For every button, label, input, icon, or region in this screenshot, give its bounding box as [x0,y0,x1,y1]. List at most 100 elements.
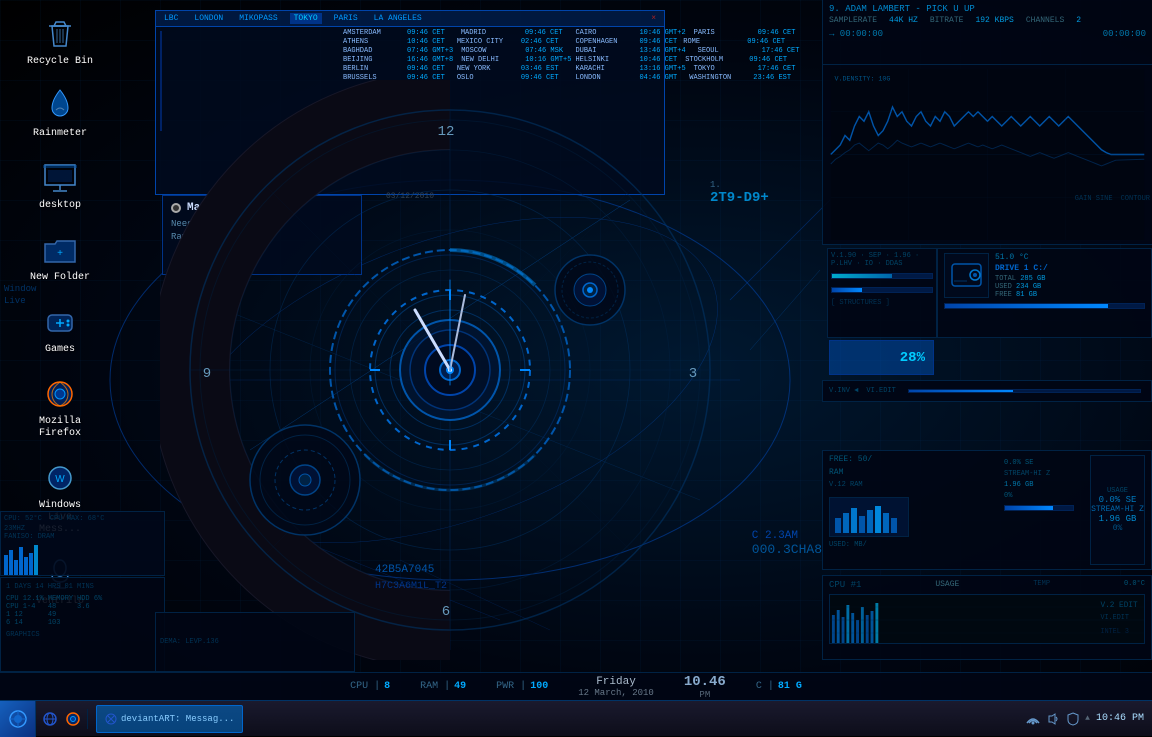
ram-val2: STREAM-HI Z [1004,470,1084,478]
taskbar: deviantART: Messag... [0,700,1152,736]
live-label: Live [4,296,161,308]
extra1-bar1 [831,273,933,279]
hdd-mini-row: HDD 6% 3.6 [77,595,102,627]
usage-val2: STREAM-HI Z [1091,505,1144,514]
extra1-readout: [ STRUCTURES ] [831,299,933,307]
extra1-bar2 [831,287,933,293]
c-stat-label: C | [756,681,774,692]
security-tray-icon[interactable] [1065,711,1081,727]
vi-edit-label: VI.EDIT [866,387,895,395]
date-display: Friday 12 March, 2010 [578,676,654,698]
date-full: 12 March, 2010 [578,688,654,698]
svg-text:9: 9 [203,366,211,382]
cpu-widget: CPU #1 USAGE TEMP 0.0°C V.2 EDIT VI.EDIT… [822,575,1152,660]
audio-widget: V.DENSITY: 10G [822,65,1152,245]
window-label: Window [4,284,161,296]
quick-launch [36,709,88,729]
taskbar-clock: 10:46 PM [1096,712,1144,725]
mhz-stat: 23MHZ [4,525,161,533]
drive-progress [944,303,1145,309]
bottom-center-widget: DEMA: LEVP.136 [155,612,355,672]
svg-text:VI.EDIT: VI.EDIT [1101,614,1129,622]
c-stat: C | 81 G [756,681,802,692]
cpu-temp-label: TEMP [1033,580,1050,590]
cpu-usage-label: USAGE [935,580,959,590]
uptime-row: 1 DAYS 14 HRS 01 MINS [4,581,161,593]
desktop-icon[interactable]: desktop [20,154,100,218]
cpu-graph: V.2 EDIT VI.EDIT INTEL 3 [829,594,1145,644]
wc-close-btn[interactable]: × [647,13,660,24]
usage-val4: 0% [1113,524,1123,533]
city-baghdad: BAGHDAD 07:46 GMT+3 MOSCOW 07:46 MSK [343,47,571,55]
cpu-stat: CPU | 8 [350,681,390,692]
drive-label: DRIVE 1 C:/ [995,264,1048,273]
time-val: 10.46 [684,674,726,690]
pwr-stat: PWR | 100 [496,681,548,692]
taskbar-item-deviantart[interactable]: deviantART: Messag... [96,705,243,733]
music-time-start: → 00:00:00 [829,29,883,39]
time-ampm: PM [684,690,726,700]
ram-val4: 0% [1004,492,1084,500]
sys-stats: CPU: 52°C CPU MAX: 68°C [4,515,161,523]
music-title: 9. ADAM LAMBERT - PICK U UP [829,4,1146,14]
wc-tab-tokyo[interactable]: TOKYO [290,13,322,24]
ram-val1: 0.0% SE [1004,459,1084,467]
ram-chart [829,497,909,537]
taskbar-deviantart-label: deviantART: Messag... [121,714,234,724]
drive-used: USED 234 GB [995,283,1048,291]
ram-free-label: FREE: 50/ [829,455,998,464]
readout-val1: 1. [710,180,769,190]
firefox-icon[interactable]: Mozilla Firefox [20,370,100,446]
ram-stat-val: 49 [454,681,466,692]
firefox-label: Mozilla Firefox [26,416,94,440]
rainmeter-icon[interactable]: Rainmeter [20,82,100,146]
drive-temp: 51.0 °C [995,253,1048,262]
network-tray-icon[interactable] [1025,711,1041,727]
samplerate-val: 44K HZ [889,16,918,25]
city-helsinki: HELSINKI 10:46 CET STOCKHOLM 09:46 CET [575,56,803,64]
wc-tab-la[interactable]: LA ANGELES [370,13,426,24]
vinv-bar [908,389,1141,393]
start-button[interactable] [0,701,36,737]
audio-controls: GAIN SINE CONTOUR [1075,195,1150,203]
mid-right-readout: C 2.3AM 000.3CHA8 [752,530,822,557]
bdata-1: DEMA: LEVP.136 [160,638,219,646]
svg-text:6: 6 [442,604,450,620]
wc-tab-paris[interactable]: PARIS [330,13,362,24]
volume-tray-icon[interactable] [1045,711,1061,727]
cpu-mini-stats: CPU 12.1% CPU 1-4 1 12 6 14 MEMORY 48 49… [4,593,161,629]
c-stat-val: 81 G [778,681,802,692]
svg-text:W: W [55,474,65,485]
tech-readout-1: 1. 2T9-D9+ [710,180,769,206]
recycle-bin-icon[interactable]: Recycle Bin [20,10,100,74]
city-karachi: KARACHI 13:16 GMT+5 TOKYO 17:46 CET [575,65,803,73]
drive-free: FREE 81 GB [995,291,1048,299]
svg-text:V.2 EDIT: V.2 EDIT [1101,601,1138,610]
vinv-label: V.INV ◄ [829,387,858,395]
svg-text:INTEL 3: INTEL 3 [1101,628,1129,636]
sys-stats2: 23MHZ FANISO: DRAM [4,525,161,541]
ram-total: V.12 RAM [829,481,998,489]
hdd-icon [944,253,989,298]
sysinfo-widget: 1 DAYS 14 HRS 01 MINS CPU 12.1% CPU 1-4 … [0,577,165,672]
city-beijing: BEIJING 16:46 GMT+8 NEW DELHI 10:16 GMT+… [343,56,571,64]
city-berlin: BERLIN 09:46 CET NEW YORK 03:46 EST [343,65,571,73]
progress-percent: 28% [900,350,925,366]
radar-svg: 12 3 6 9 [160,80,740,660]
desktop-label: desktop [39,200,81,212]
wc-tab-miko[interactable]: MIKOPASS [235,13,281,24]
radar-widget: 12 3 6 9 [160,80,740,660]
svg-text:3: 3 [689,366,697,382]
music-widget: 9. ADAM LAMBERT - PICK U UP SAMPLERATE 4… [822,0,1152,65]
time-display: 10.46 PM [684,674,726,700]
sys-bar-chart [4,545,161,575]
ql-ie-icon[interactable] [40,709,60,729]
wc-tab-lbc[interactable]: LBC [160,13,182,24]
wc-tab-london[interactable]: LONDON [190,13,227,24]
ql-firefox-icon[interactable] [63,709,83,729]
svg-text:V.DENSITY: 10G: V.DENSITY: 10G [835,74,891,82]
audio-graph-svg: V.DENSITY: 10G [827,69,1148,240]
svg-text:H7C3A6M1L_T2: H7C3A6M1L_T2 [375,581,447,592]
graphics-label: GRAPHICS [4,629,161,641]
ram-stat: RAM | 49 [420,681,466,692]
